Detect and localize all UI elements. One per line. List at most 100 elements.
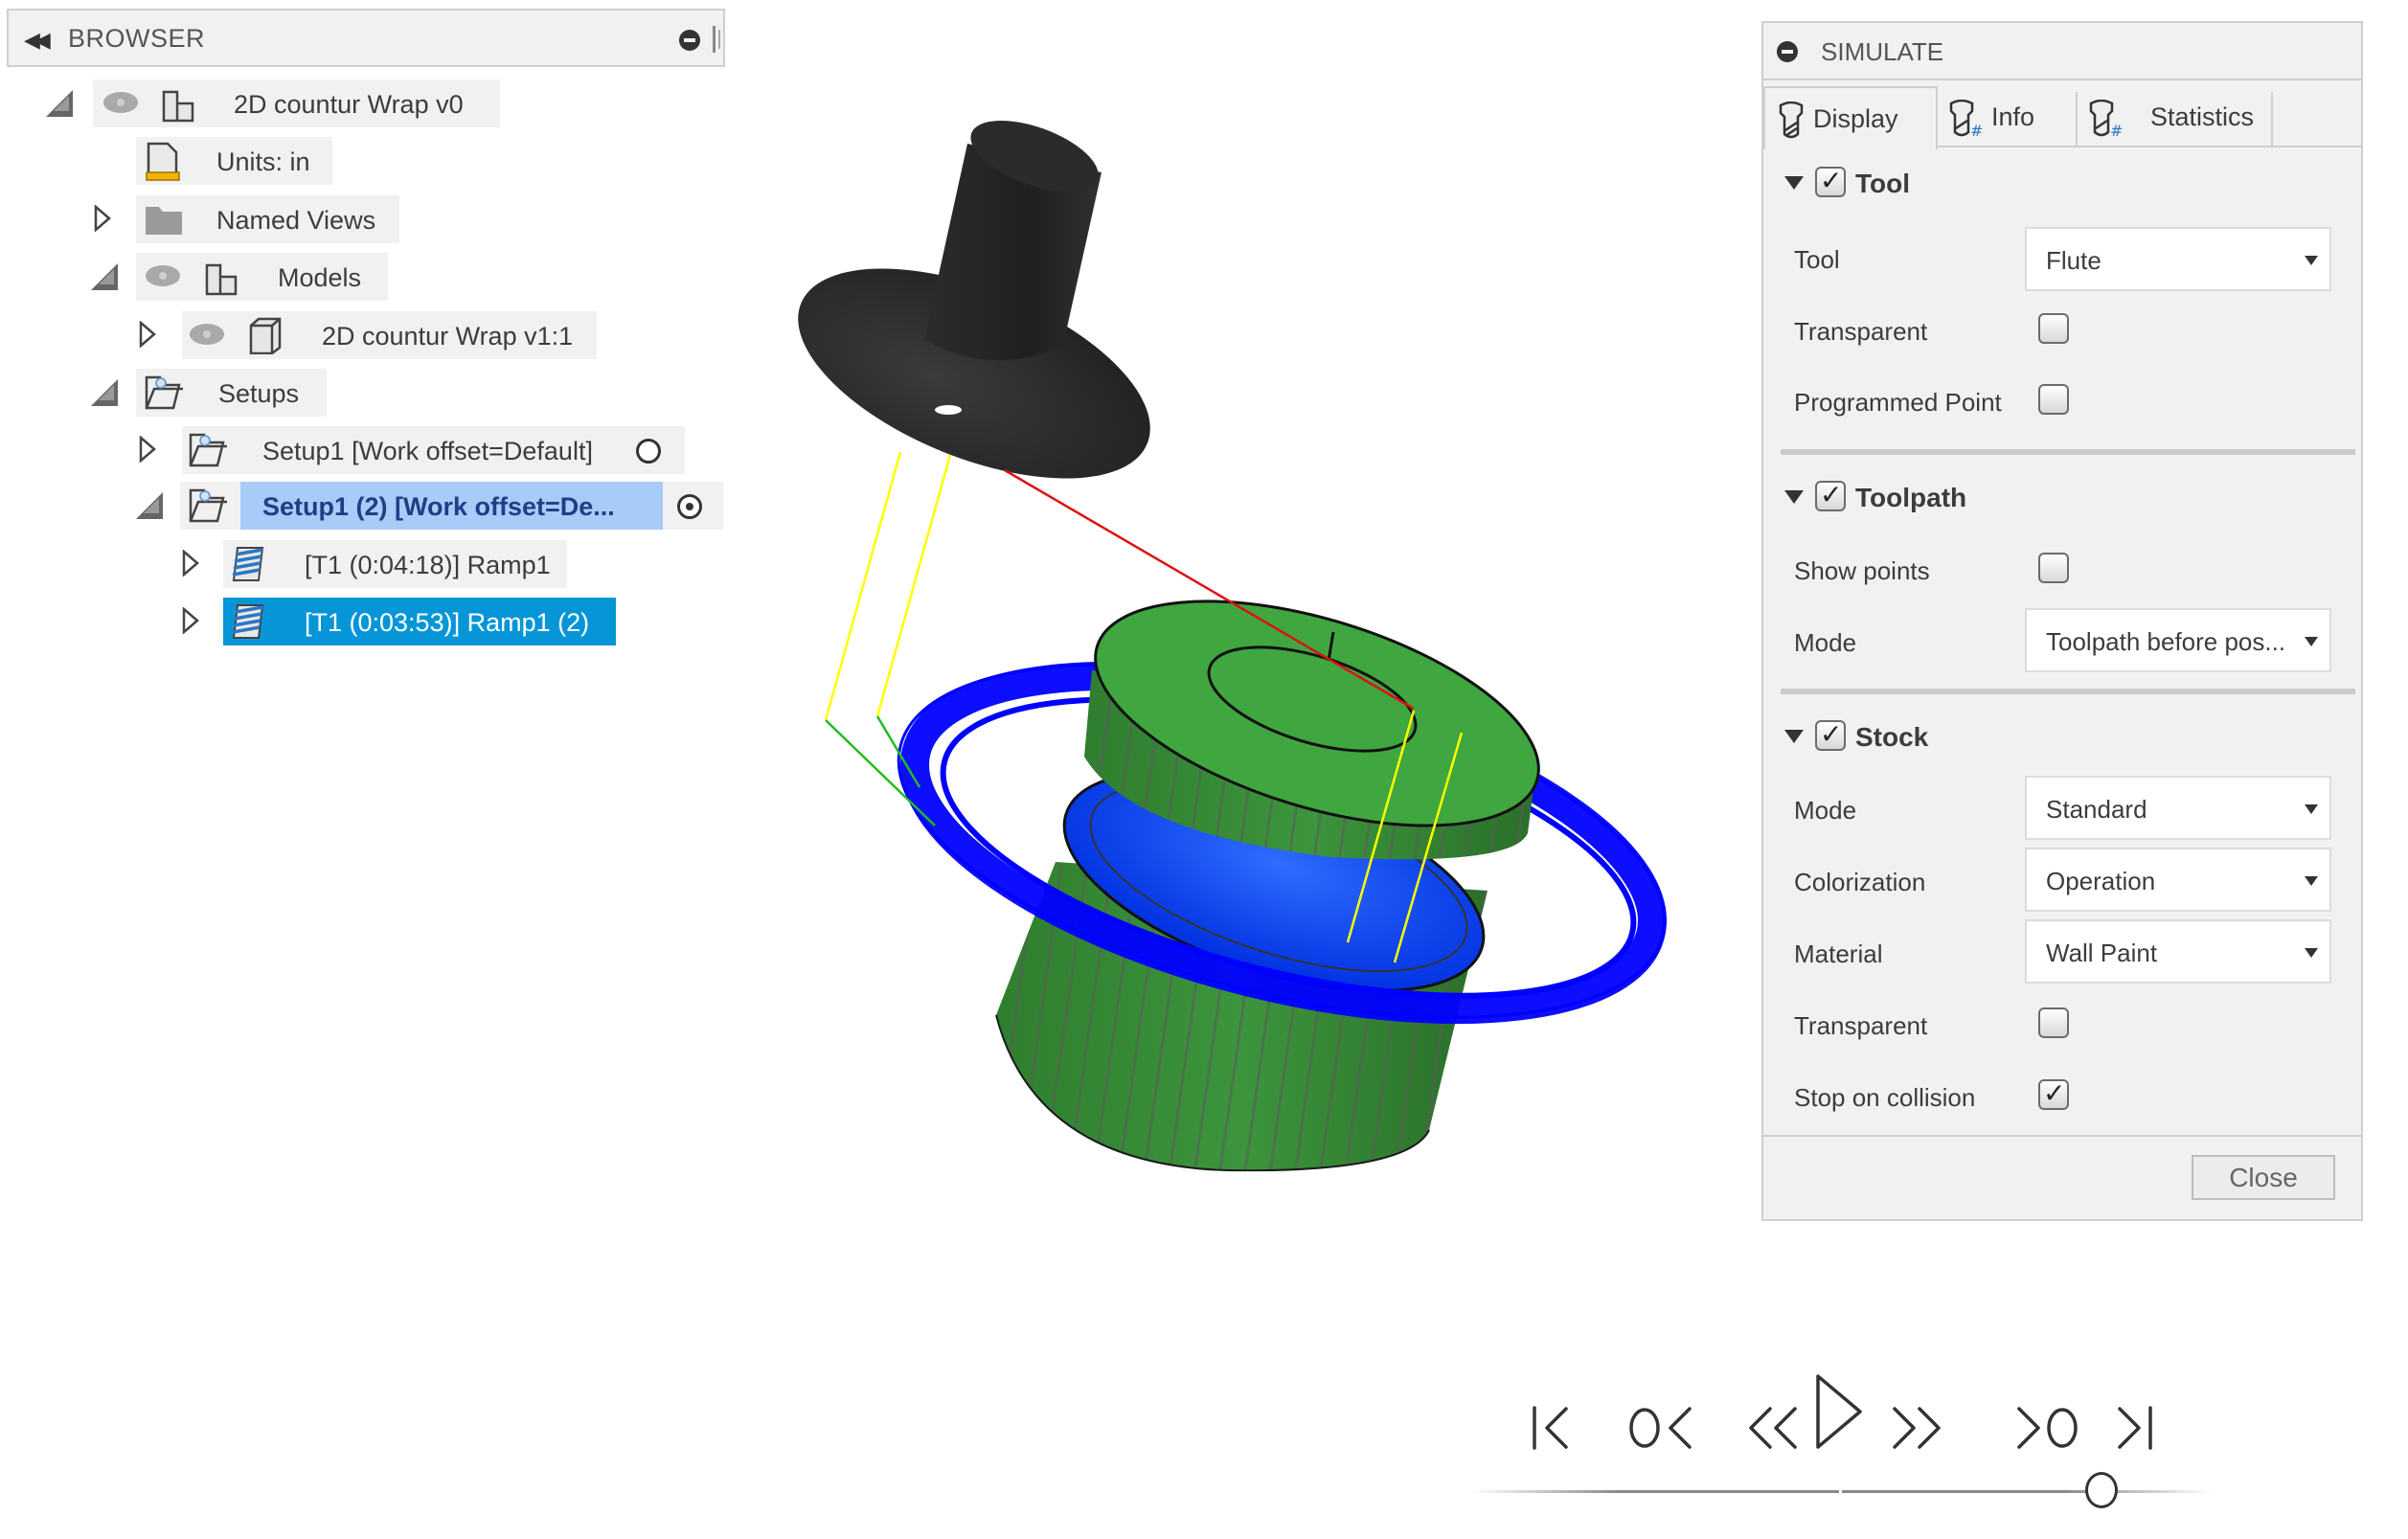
units-document-icon — [146, 142, 180, 181]
collapse-arrow-icon[interactable] — [1784, 176, 1804, 190]
toolpath-section-checkbox[interactable] — [1815, 479, 1846, 511]
activate-setup-radio[interactable] — [636, 439, 661, 464]
expand-triangle-icon[interactable] — [182, 550, 199, 577]
tree-item-ramp1[interactable]: [T1 (0:04:18)] Ramp1 — [0, 540, 728, 588]
tree-item-ramp1-2[interactable]: [T1 (0:03:53)] Ramp1 (2) — [0, 598, 728, 645]
collapse-triangle-icon[interactable] — [46, 90, 73, 117]
show-points-checkbox[interactable] — [2038, 553, 2069, 583]
collapse-browser-icon[interactable]: ◀◀ — [24, 28, 51, 53]
setup-icon — [189, 488, 227, 523]
stock-section-checkbox[interactable] — [1815, 718, 1846, 751]
expand-triangle-icon[interactable] — [139, 436, 156, 463]
collapse-arrow-icon[interactable] — [1784, 490, 1804, 504]
section-toolpath-header[interactable]: Toolpath — [1781, 479, 2164, 517]
close-button[interactable]: Close — [2192, 1155, 2335, 1200]
tab-statistics[interactable]: # Statistics — [2078, 86, 2271, 147]
material-dropdown[interactable]: Wall Paint — [2025, 919, 2331, 984]
tree-item-label: Units: in — [216, 147, 310, 176]
tree-item-root-document[interactable]: 2D countur Wrap v0 — [0, 79, 728, 127]
section-tool-header[interactable]: Tool — [1781, 165, 2164, 203]
tool-holder — [798, 121, 1150, 479]
go-to-end-button[interactable] — [2112, 1389, 2156, 1467]
section-divider — [1781, 689, 2355, 694]
tree-item-setups[interactable]: Setups — [0, 369, 728, 417]
pin-handle-icon-secondary — [718, 30, 720, 49]
section-stock-header[interactable]: Stock — [1781, 718, 2164, 757]
programmed-point-label: Programmed Point — [1794, 388, 2002, 417]
tree-item-label: 2D countur Wrap v0 — [234, 90, 464, 119]
stop-on-collision-checkbox[interactable] — [2038, 1077, 2069, 1110]
step-back-button[interactable] — [1743, 1389, 1803, 1467]
tool-label: Tool — [1794, 245, 1840, 274]
svg-text:#: # — [1970, 122, 1983, 138]
colorization-label: Colorization — [1794, 868, 1926, 896]
tab-label: Info — [1991, 102, 2035, 131]
tool-section-checkbox[interactable] — [1815, 165, 1846, 197]
stock-mode-dropdown[interactable]: Standard — [2025, 776, 2331, 840]
chevron-down-icon — [2305, 876, 2318, 886]
component-icon — [205, 263, 238, 296]
body-icon — [249, 317, 282, 354]
tree-item-setup1[interactable]: Setup1 [Work offset=Default] — [0, 426, 728, 474]
setup-icon — [189, 433, 227, 467]
tree-item-label: Setup1 [Work offset=Default] — [262, 437, 593, 465]
pin-handle-icon[interactable] — [713, 26, 716, 53]
tree-item-named-views[interactable]: Named Views — [0, 195, 728, 243]
dropdown-value: Operation — [2046, 867, 2156, 895]
slider-operation-marker — [1839, 1484, 1842, 1498]
visibility-eye-icon[interactable] — [103, 92, 138, 113]
section-divider — [1781, 449, 2355, 455]
stock-transparent-checkbox[interactable] — [2038, 1007, 2069, 1038]
minimize-icon[interactable] — [679, 30, 700, 51]
minimize-icon[interactable] — [1777, 41, 1798, 62]
tree-item-units[interactable]: Units: in — [0, 137, 728, 185]
ramp-toolpath-icon — [232, 604, 264, 639]
setup-folder-icon — [145, 375, 183, 410]
dropdown-value: Flute — [2046, 246, 2101, 275]
section-label: Stock — [1855, 722, 1929, 752]
tool-transparent-checkbox[interactable] — [2038, 313, 2069, 344]
section-label: Tool — [1855, 169, 1911, 198]
dropdown-value: Standard — [2046, 795, 2147, 824]
tab-info[interactable]: # Info — [1938, 86, 2076, 147]
tree-item-setup1-2[interactable]: Setup1 (2) [Work offset=De... — [0, 482, 728, 530]
chevron-down-icon — [2305, 637, 2318, 646]
expand-triangle-icon[interactable] — [94, 205, 111, 232]
tool-info-icon: # — [1949, 100, 1983, 138]
show-points-label: Show points — [1794, 556, 1930, 585]
browser-header: ◀◀ BROWSER — [7, 9, 725, 67]
footer-divider — [1763, 1135, 2361, 1137]
stock-mode-label: Mode — [1794, 796, 1857, 825]
step-forward-button[interactable] — [1887, 1389, 1946, 1467]
programmed-point-checkbox[interactable] — [2038, 384, 2069, 415]
play-button[interactable] — [1814, 1372, 1864, 1451]
tool-dropdown[interactable]: Flute — [2025, 227, 2331, 291]
collapse-triangle-icon[interactable] — [136, 492, 163, 519]
collapse-triangle-icon[interactable] — [91, 379, 118, 406]
expand-triangle-icon[interactable] — [139, 321, 156, 348]
collapse-arrow-icon[interactable] — [1784, 730, 1804, 743]
colorization-dropdown[interactable]: Operation — [2025, 848, 2331, 912]
tree-item-body[interactable]: 2D countur Wrap v1:1 — [0, 311, 728, 359]
collapse-triangle-icon[interactable] — [91, 263, 118, 290]
visibility-eye-icon[interactable] — [190, 324, 224, 345]
toolpath-mode-dropdown[interactable]: Toolpath before pos... — [2025, 608, 2331, 672]
visibility-eye-icon[interactable] — [146, 265, 180, 286]
previous-operation-button[interactable] — [1628, 1389, 1697, 1467]
svg-text:#: # — [2110, 122, 2123, 138]
tree-item-label: 2D countur Wrap v1:1 — [322, 322, 574, 351]
expand-triangle-icon[interactable] — [182, 607, 199, 634]
activate-setup-radio-selected[interactable] — [677, 494, 702, 519]
tree-item-models[interactable]: Models — [0, 253, 728, 301]
tool-statistics-icon: # — [2089, 100, 2123, 138]
browser-title: BROWSER — [68, 24, 206, 53]
stop-on-collision-label: Stop on collision — [1794, 1083, 1976, 1112]
dropdown-value: Wall Paint — [2046, 939, 2158, 967]
next-operation-button[interactable] — [2011, 1389, 2080, 1467]
chevron-down-icon — [2305, 256, 2318, 265]
simulate-title: SIMULATE — [1821, 37, 1944, 66]
tab-display[interactable]: Display — [1763, 86, 1938, 149]
go-to-start-button[interactable] — [1530, 1389, 1574, 1467]
playback-slider-knob[interactable] — [2084, 1472, 2118, 1508]
toolpath-mode-label: Mode — [1794, 628, 1857, 657]
